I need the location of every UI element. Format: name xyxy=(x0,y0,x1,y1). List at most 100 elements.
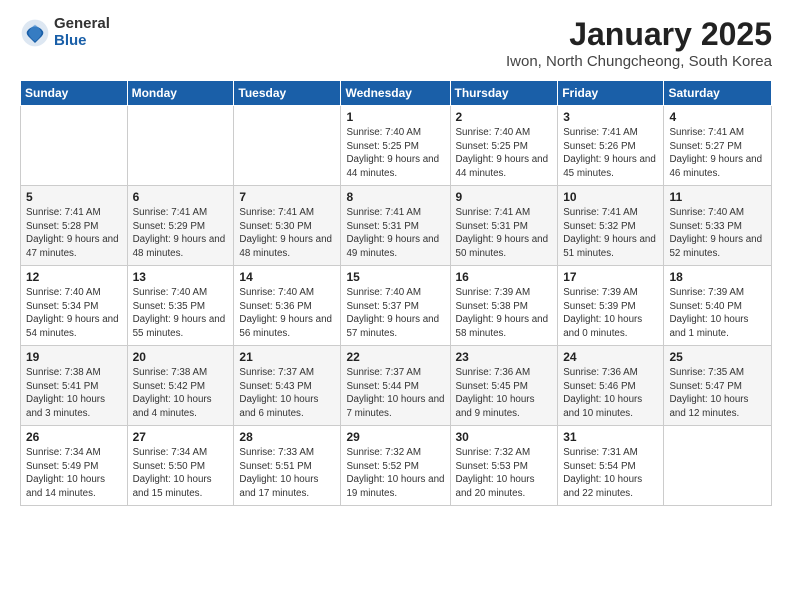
calendar-cell: 2 Sunrise: 7:40 AMSunset: 5:25 PMDaylight… xyxy=(450,106,558,186)
calendar-cell: 9 Sunrise: 7:41 AMSunset: 5:31 PMDaylight… xyxy=(450,186,558,266)
day-info: Sunrise: 7:40 AMSunset: 5:33 PMDaylight:… xyxy=(669,206,766,261)
week-row-1: 1 Sunrise: 7:40 AMSunset: 5:25 PMDaylight… xyxy=(21,106,772,186)
calendar-table: SundayMondayTuesdayWednesdayThursdayFrid… xyxy=(20,80,772,506)
week-row-4: 19Sunrise: 7:38 AMSunset: 5:41 PMDayligh… xyxy=(21,346,772,426)
weekday-header-row: SundayMondayTuesdayWednesdayThursdayFrid… xyxy=(21,81,772,106)
day-number: 2 xyxy=(456,110,553,124)
weekday-header-thursday: Thursday xyxy=(450,81,558,106)
day-info: Sunrise: 7:37 AMSunset: 5:44 PMDaylight:… xyxy=(346,366,444,421)
calendar-cell: 8 Sunrise: 7:41 AMSunset: 5:31 PMDaylight… xyxy=(341,186,450,266)
calendar-cell xyxy=(127,106,234,186)
calendar-cell: 15 Sunrise: 7:40 AMSunset: 5:37 PMDayligh… xyxy=(341,266,450,346)
calendar-cell: 18 Sunrise: 7:39 AMSunset: 5:40 PMDayligh… xyxy=(664,266,772,346)
calendar-cell: 29 Sunrise: 7:32 AMSunset: 5:52 PMDayligh… xyxy=(341,426,450,506)
weekday-header-wednesday: Wednesday xyxy=(341,81,450,106)
day-info: Sunrise: 7:41 AMSunset: 5:29 PMDaylight:… xyxy=(133,206,229,261)
day-info: Sunrise: 7:39 AMSunset: 5:38 PMDaylight:… xyxy=(456,286,553,341)
day-info: Sunrise: 7:37 AMSunset: 5:43 PMDaylight:… xyxy=(239,366,335,421)
day-number: 14 xyxy=(239,270,335,284)
calendar-cell: 22 Sunrise: 7:37 AMSunset: 5:44 PMDayligh… xyxy=(341,346,450,426)
calendar-cell: 30 Sunrise: 7:32 AMSunset: 5:53 PMDayligh… xyxy=(450,426,558,506)
day-info: Sunrise: 7:32 AMSunset: 5:52 PMDaylight:… xyxy=(346,446,444,501)
day-number: 16 xyxy=(456,270,553,284)
day-info: Sunrise: 7:40 AMSunset: 5:34 PMDaylight:… xyxy=(26,286,122,341)
logo-general-text: General xyxy=(54,16,110,33)
logo-icon xyxy=(20,18,50,48)
day-number: 12 xyxy=(26,270,122,284)
title-area: January 2025 Iwon, North Chungcheong, So… xyxy=(506,16,772,70)
day-info: Sunrise: 7:39 AMSunset: 5:39 PMDaylight:… xyxy=(563,286,658,341)
weekday-header-saturday: Saturday xyxy=(664,81,772,106)
day-number: 4 xyxy=(669,110,766,124)
month-title: January 2025 xyxy=(506,16,772,53)
calendar-cell: 20 Sunrise: 7:38 AMSunset: 5:42 PMDayligh… xyxy=(127,346,234,426)
day-info: Sunrise: 7:32 AMSunset: 5:53 PMDaylight:… xyxy=(456,446,553,501)
calendar-cell: 13Sunrise: 7:40 AMSunset: 5:35 PMDayligh… xyxy=(127,266,234,346)
calendar-cell: 26 Sunrise: 7:34 AMSunset: 5:49 PMDayligh… xyxy=(21,426,128,506)
calendar-cell: 17 Sunrise: 7:39 AMSunset: 5:39 PMDayligh… xyxy=(558,266,664,346)
day-info: Sunrise: 7:36 AMSunset: 5:46 PMDaylight:… xyxy=(563,366,658,421)
day-number: 13 xyxy=(133,270,229,284)
day-info: Sunrise: 7:34 AMSunset: 5:50 PMDaylight:… xyxy=(133,446,229,501)
page-header: General Blue January 2025 Iwon, North Ch… xyxy=(20,16,772,70)
logo: General Blue xyxy=(20,16,110,49)
day-number: 8 xyxy=(346,190,444,204)
calendar-cell: 1 Sunrise: 7:40 AMSunset: 5:25 PMDaylight… xyxy=(341,106,450,186)
day-number: 26 xyxy=(26,430,122,444)
day-info: Sunrise: 7:31 AMSunset: 5:54 PMDaylight:… xyxy=(563,446,658,501)
day-number: 18 xyxy=(669,270,766,284)
day-info: Sunrise: 7:35 AMSunset: 5:47 PMDaylight:… xyxy=(669,366,766,421)
calendar-cell: 10 Sunrise: 7:41 AMSunset: 5:32 PMDayligh… xyxy=(558,186,664,266)
day-info: Sunrise: 7:38 AMSunset: 5:42 PMDaylight:… xyxy=(133,366,229,421)
day-info: Sunrise: 7:39 AMSunset: 5:40 PMDaylight:… xyxy=(669,286,766,341)
day-info: Sunrise: 7:41 AMSunset: 5:31 PMDaylight:… xyxy=(456,206,553,261)
calendar-cell: 24Sunrise: 7:36 AMSunset: 5:46 PMDayligh… xyxy=(558,346,664,426)
day-info: Sunrise: 7:41 AMSunset: 5:31 PMDaylight:… xyxy=(346,206,444,261)
day-info: Sunrise: 7:38 AMSunset: 5:41 PMDaylight:… xyxy=(26,366,122,421)
calendar-cell: 7Sunrise: 7:41 AMSunset: 5:30 PMDaylight… xyxy=(234,186,341,266)
calendar-cell: 11 Sunrise: 7:40 AMSunset: 5:33 PMDayligh… xyxy=(664,186,772,266)
day-number: 25 xyxy=(669,350,766,364)
day-number: 21 xyxy=(239,350,335,364)
calendar-cell: 6Sunrise: 7:41 AMSunset: 5:29 PMDaylight… xyxy=(127,186,234,266)
calendar-cell: 3Sunrise: 7:41 AMSunset: 5:26 PMDaylight… xyxy=(558,106,664,186)
subtitle: Iwon, North Chungcheong, South Korea xyxy=(506,53,772,70)
logo-blue-text: Blue xyxy=(54,33,110,50)
calendar-cell: 23Sunrise: 7:36 AMSunset: 5:45 PMDayligh… xyxy=(450,346,558,426)
calendar-cell: 28Sunrise: 7:33 AMSunset: 5:51 PMDayligh… xyxy=(234,426,341,506)
day-number: 17 xyxy=(563,270,658,284)
day-number: 30 xyxy=(456,430,553,444)
logo-text: General Blue xyxy=(54,16,110,49)
day-info: Sunrise: 7:40 AMSunset: 5:25 PMDaylight:… xyxy=(346,126,444,181)
day-number: 9 xyxy=(456,190,553,204)
day-number: 23 xyxy=(456,350,553,364)
day-number: 31 xyxy=(563,430,658,444)
day-info: Sunrise: 7:41 AMSunset: 5:27 PMDaylight:… xyxy=(669,126,766,181)
day-info: Sunrise: 7:40 AMSunset: 5:25 PMDaylight:… xyxy=(456,126,553,181)
day-number: 20 xyxy=(133,350,229,364)
day-info: Sunrise: 7:33 AMSunset: 5:51 PMDaylight:… xyxy=(239,446,335,501)
weekday-header-friday: Friday xyxy=(558,81,664,106)
day-number: 1 xyxy=(346,110,444,124)
calendar-cell: 16 Sunrise: 7:39 AMSunset: 5:38 PMDayligh… xyxy=(450,266,558,346)
calendar-cell xyxy=(21,106,128,186)
calendar-cell: 4 Sunrise: 7:41 AMSunset: 5:27 PMDaylight… xyxy=(664,106,772,186)
day-number: 29 xyxy=(346,430,444,444)
day-number: 5 xyxy=(26,190,122,204)
weekday-header-tuesday: Tuesday xyxy=(234,81,341,106)
calendar-cell: 25 Sunrise: 7:35 AMSunset: 5:47 PMDayligh… xyxy=(664,346,772,426)
day-number: 15 xyxy=(346,270,444,284)
week-row-2: 5Sunrise: 7:41 AMSunset: 5:28 PMDaylight… xyxy=(21,186,772,266)
week-row-5: 26 Sunrise: 7:34 AMSunset: 5:49 PMDayligh… xyxy=(21,426,772,506)
day-number: 10 xyxy=(563,190,658,204)
day-number: 22 xyxy=(346,350,444,364)
day-info: Sunrise: 7:41 AMSunset: 5:32 PMDaylight:… xyxy=(563,206,658,261)
calendar-cell xyxy=(234,106,341,186)
day-number: 11 xyxy=(669,190,766,204)
day-info: Sunrise: 7:34 AMSunset: 5:49 PMDaylight:… xyxy=(26,446,122,501)
day-number: 3 xyxy=(563,110,658,124)
day-info: Sunrise: 7:40 AMSunset: 5:37 PMDaylight:… xyxy=(346,286,444,341)
calendar-cell: 14Sunrise: 7:40 AMSunset: 5:36 PMDayligh… xyxy=(234,266,341,346)
day-number: 27 xyxy=(133,430,229,444)
day-info: Sunrise: 7:41 AMSunset: 5:30 PMDaylight:… xyxy=(239,206,335,261)
